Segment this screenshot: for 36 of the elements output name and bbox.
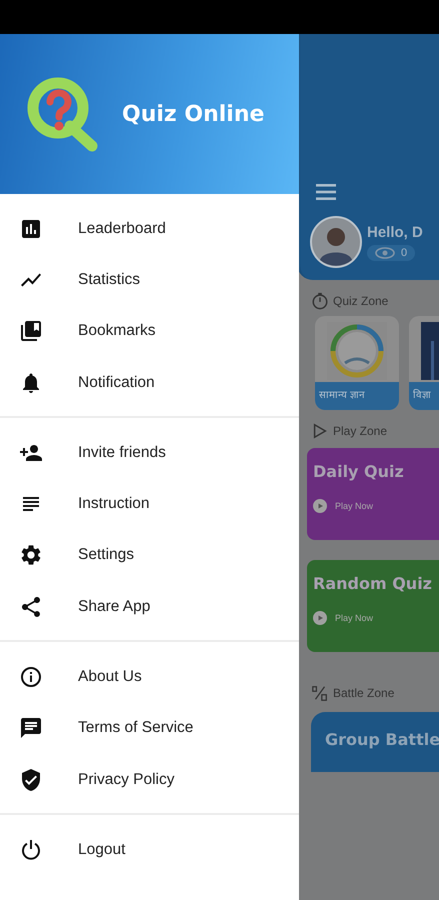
greeting: Hello, D — [367, 224, 423, 240]
menu-item[interactable]: Leaderboard — [0, 203, 299, 254]
section-title: Battle Zone — [333, 686, 394, 700]
menu-item[interactable]: Share App — [0, 581, 299, 632]
shield-check-icon — [19, 768, 43, 792]
settings-icon — [19, 543, 43, 568]
menu-item[interactable]: About Us — [0, 651, 299, 703]
power-icon — [19, 838, 43, 862]
app-title: Quiz Online — [122, 102, 264, 126]
avatar[interactable] — [310, 216, 362, 268]
play-icon — [313, 499, 327, 513]
bookmarks-icon — [19, 319, 43, 344]
menu-item[interactable]: Bookmarks — [0, 306, 299, 357]
menu-item[interactable]: Notification — [0, 356, 299, 408]
play-now-label[interactable]: Play Now — [335, 501, 374, 511]
card-title: विज्ञा — [413, 390, 431, 401]
menu-icon[interactable] — [316, 184, 336, 200]
menu-item[interactable]: Instruction — [0, 478, 299, 530]
menu-item[interactable]: Privacy Policy — [0, 754, 299, 806]
card-title: सामान्य ज्ञान — [319, 390, 365, 401]
stopwatch-icon — [311, 292, 329, 310]
menu-item[interactable]: Statistics — [0, 254, 299, 306]
quiz-card[interactable]: Daily Quiz Play Now — [307, 448, 439, 540]
message-icon — [19, 716, 43, 740]
menu-item[interactable]: Terms of Service — [0, 702, 299, 754]
play-icon — [313, 611, 327, 625]
play-outline-icon — [311, 422, 329, 440]
share-icon — [19, 594, 43, 619]
section-title: Quiz Zone — [333, 294, 388, 308]
menu-item[interactable]: Logout — [0, 824, 299, 876]
info-icon — [19, 665, 43, 690]
versus-icon — [311, 684, 329, 702]
menu-item[interactable]: Settings — [0, 530, 299, 582]
section-title: Play Zone — [333, 424, 388, 438]
coin-badge: 0 — [367, 244, 416, 260]
menu-item[interactable]: Invite friends — [0, 427, 299, 478]
